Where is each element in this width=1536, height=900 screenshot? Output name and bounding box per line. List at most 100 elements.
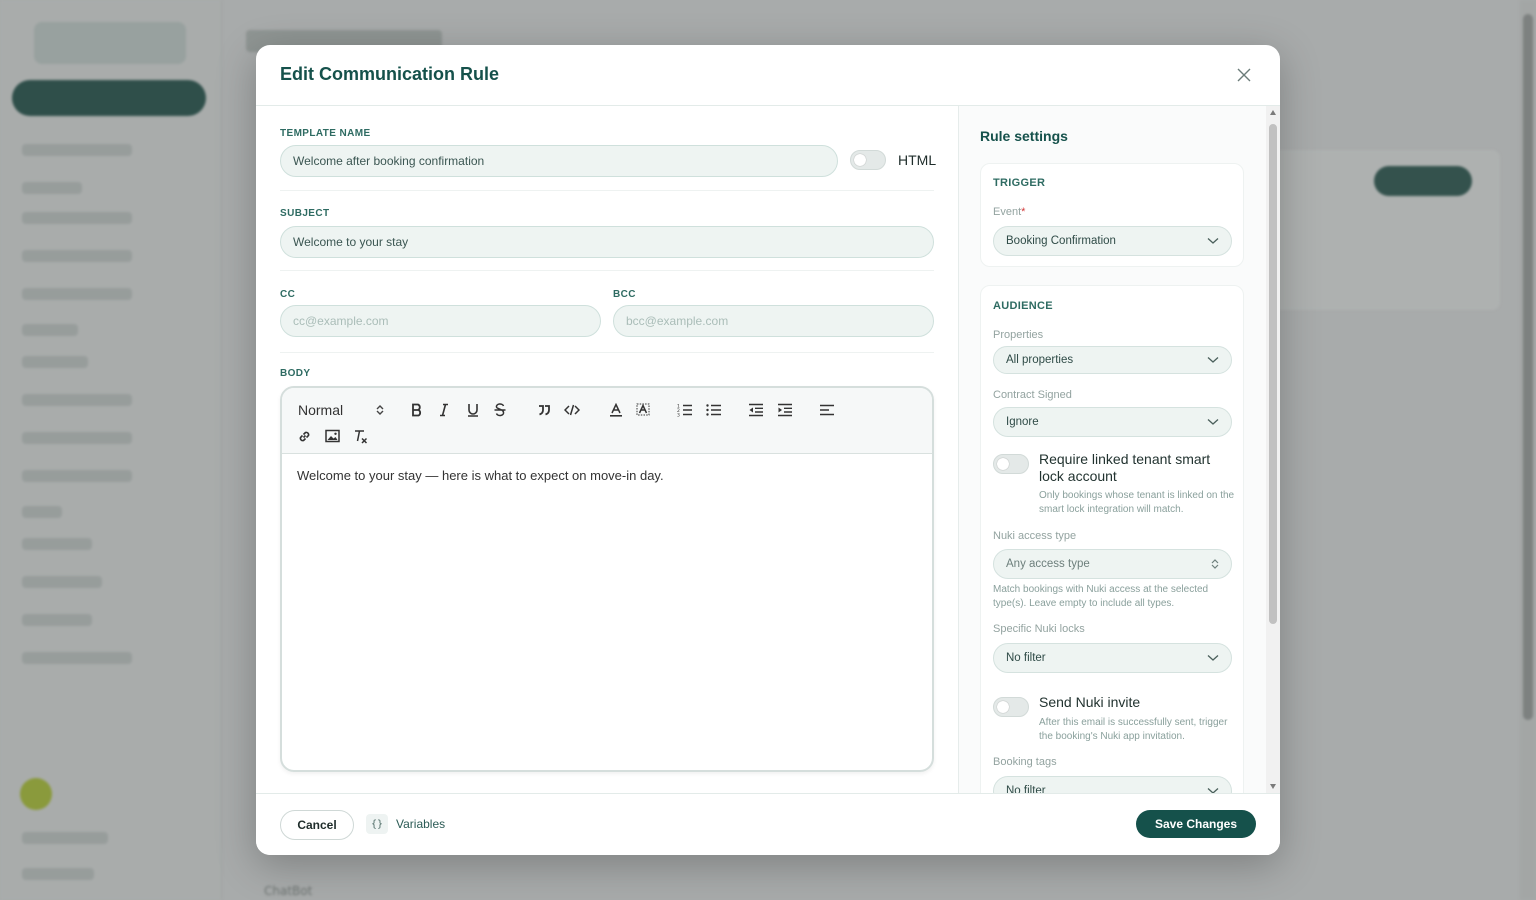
text-color-icon bbox=[610, 403, 622, 417]
scroll-up-arrow[interactable] bbox=[1270, 110, 1276, 115]
background-nav-item bbox=[22, 250, 132, 262]
background-nav-item bbox=[22, 356, 88, 368]
bullet-list-button[interactable] bbox=[703, 399, 725, 421]
background-nav-item bbox=[22, 182, 82, 194]
scroll-down-arrow[interactable] bbox=[1270, 784, 1276, 789]
cc-input[interactable]: cc@example.com bbox=[280, 305, 601, 337]
clear-formatting-button[interactable] bbox=[350, 425, 372, 447]
highlight-icon bbox=[636, 403, 650, 416]
subject-label: SUBJECT bbox=[280, 208, 330, 219]
nuki-locks-select[interactable]: No filter bbox=[993, 643, 1232, 673]
html-toggle-label: HTML bbox=[898, 152, 937, 168]
background-nav-item bbox=[22, 432, 132, 444]
rich-text-editor: Normal 1 2 3 Welcome to your stay — here… bbox=[280, 386, 934, 772]
contract-signed-select[interactable]: Ignore bbox=[993, 407, 1232, 437]
rule-settings-pane: Rule settings TRIGGER Event* Booking Con… bbox=[959, 106, 1280, 793]
chevron-down-icon bbox=[1207, 655, 1219, 661]
nuki-access-select[interactable]: Any access type bbox=[993, 549, 1232, 579]
event-select-value: Booking Confirmation bbox=[1006, 235, 1116, 247]
bold-button[interactable] bbox=[406, 399, 428, 421]
text-format-select[interactable]: Normal bbox=[298, 399, 384, 421]
underline-button[interactable] bbox=[462, 399, 484, 421]
event-select[interactable]: Booking Confirmation bbox=[993, 226, 1232, 256]
trigger-title: TRIGGER bbox=[993, 177, 1046, 189]
italic-icon bbox=[440, 403, 448, 417]
editor-toolbar: Normal 1 2 3 bbox=[282, 388, 932, 454]
up-down-chevron-icon bbox=[376, 405, 384, 415]
text-color-button[interactable] bbox=[605, 399, 627, 421]
divider bbox=[280, 270, 934, 271]
background-nav-item bbox=[22, 614, 92, 626]
blockquote-button[interactable] bbox=[533, 399, 555, 421]
italic-button[interactable] bbox=[433, 399, 455, 421]
background-color-button[interactable] bbox=[632, 399, 654, 421]
divider bbox=[280, 190, 934, 191]
modal-footer: Cancel {} Variables Save Changes bbox=[256, 793, 1280, 855]
background-nav-item bbox=[22, 506, 62, 518]
contract-signed-label: Contract Signed bbox=[993, 389, 1072, 401]
audience-card: AUDIENCE Properties All properties Contr… bbox=[980, 285, 1244, 793]
nuki-access-label: Nuki access type bbox=[993, 530, 1077, 542]
divider bbox=[280, 352, 934, 353]
template-name-label: TEMPLATE NAME bbox=[280, 128, 371, 139]
indent-icon bbox=[778, 403, 792, 417]
image-icon bbox=[324, 429, 340, 443]
chevron-down-icon bbox=[1207, 419, 1219, 425]
properties-select[interactable]: All properties bbox=[993, 346, 1232, 374]
modal-body: TEMPLATE NAME Welcome after booking conf… bbox=[256, 106, 1280, 793]
link-icon bbox=[299, 431, 309, 441]
page-scrollbar-thumb bbox=[1523, 14, 1533, 720]
scrollbar-thumb[interactable] bbox=[1269, 124, 1277, 624]
svg-text:3: 3 bbox=[677, 413, 680, 418]
properties-label: Properties bbox=[993, 329, 1044, 341]
bullet-list-icon bbox=[706, 404, 721, 416]
close-button[interactable] bbox=[1232, 63, 1256, 87]
background-avatar bbox=[20, 778, 52, 810]
outdent-button[interactable] bbox=[745, 399, 767, 421]
smart-lock-toggle[interactable] bbox=[993, 454, 1029, 474]
cancel-button[interactable]: Cancel bbox=[280, 810, 354, 840]
nuki-invite-toggle[interactable] bbox=[993, 697, 1029, 717]
background-nav-item bbox=[22, 288, 132, 300]
link-button[interactable] bbox=[293, 425, 315, 447]
booking-tags-value: No filter bbox=[1006, 785, 1046, 793]
background-sidebar bbox=[0, 0, 222, 900]
code-icon bbox=[564, 404, 580, 416]
ordered-list-icon: 123 bbox=[677, 404, 692, 418]
background-nav-item bbox=[22, 394, 132, 406]
booking-tags-select[interactable]: No filter bbox=[993, 776, 1232, 793]
smart-lock-help: Only bookings whose tenant is linked on … bbox=[1039, 490, 1235, 515]
smart-lock-label: Require linked tenant smart lock account bbox=[1039, 451, 1211, 484]
html-toggle[interactable] bbox=[850, 150, 886, 170]
ordered-list-button[interactable]: 123 bbox=[674, 399, 696, 421]
align-left-icon bbox=[820, 404, 834, 416]
background-chatbot-label: ChatBot bbox=[264, 884, 313, 898]
rule-settings-scrollbar[interactable] bbox=[1266, 106, 1280, 793]
background-nav-item bbox=[22, 470, 132, 482]
template-name-input[interactable]: Welcome after booking confirmation bbox=[280, 145, 838, 177]
strikethrough-button[interactable] bbox=[489, 399, 511, 421]
save-changes-button[interactable]: Save Changes bbox=[1136, 810, 1256, 838]
strikethrough-icon bbox=[494, 403, 506, 417]
subject-input[interactable]: Welcome to your stay bbox=[280, 226, 934, 258]
code-block-button[interactable] bbox=[561, 399, 583, 421]
bcc-label: BCC bbox=[613, 289, 636, 300]
up-down-chevron-icon bbox=[1211, 559, 1219, 569]
background-nav-item bbox=[22, 212, 132, 224]
editor-content[interactable]: Welcome to your stay — here is what to e… bbox=[297, 468, 664, 483]
background-nav-item bbox=[22, 868, 94, 880]
image-button[interactable] bbox=[321, 425, 343, 447]
chevron-down-icon bbox=[1207, 238, 1219, 244]
nuki-locks-label: Specific Nuki locks bbox=[993, 623, 1085, 635]
variables-button[interactable]: {} Variables bbox=[366, 814, 445, 834]
align-button[interactable] bbox=[816, 399, 838, 421]
background-nav-item bbox=[22, 144, 132, 156]
required-marker: * bbox=[1021, 206, 1026, 218]
rule-settings-title: Rule settings bbox=[980, 128, 1068, 144]
indent-button[interactable] bbox=[774, 399, 796, 421]
nuki-locks-value: No filter bbox=[1006, 652, 1046, 664]
template-editor-pane: TEMPLATE NAME Welcome after booking conf… bbox=[256, 106, 959, 793]
bold-icon bbox=[412, 403, 421, 417]
event-label: Event* bbox=[993, 206, 1025, 218]
bcc-input[interactable]: bcc@example.com bbox=[613, 305, 934, 337]
